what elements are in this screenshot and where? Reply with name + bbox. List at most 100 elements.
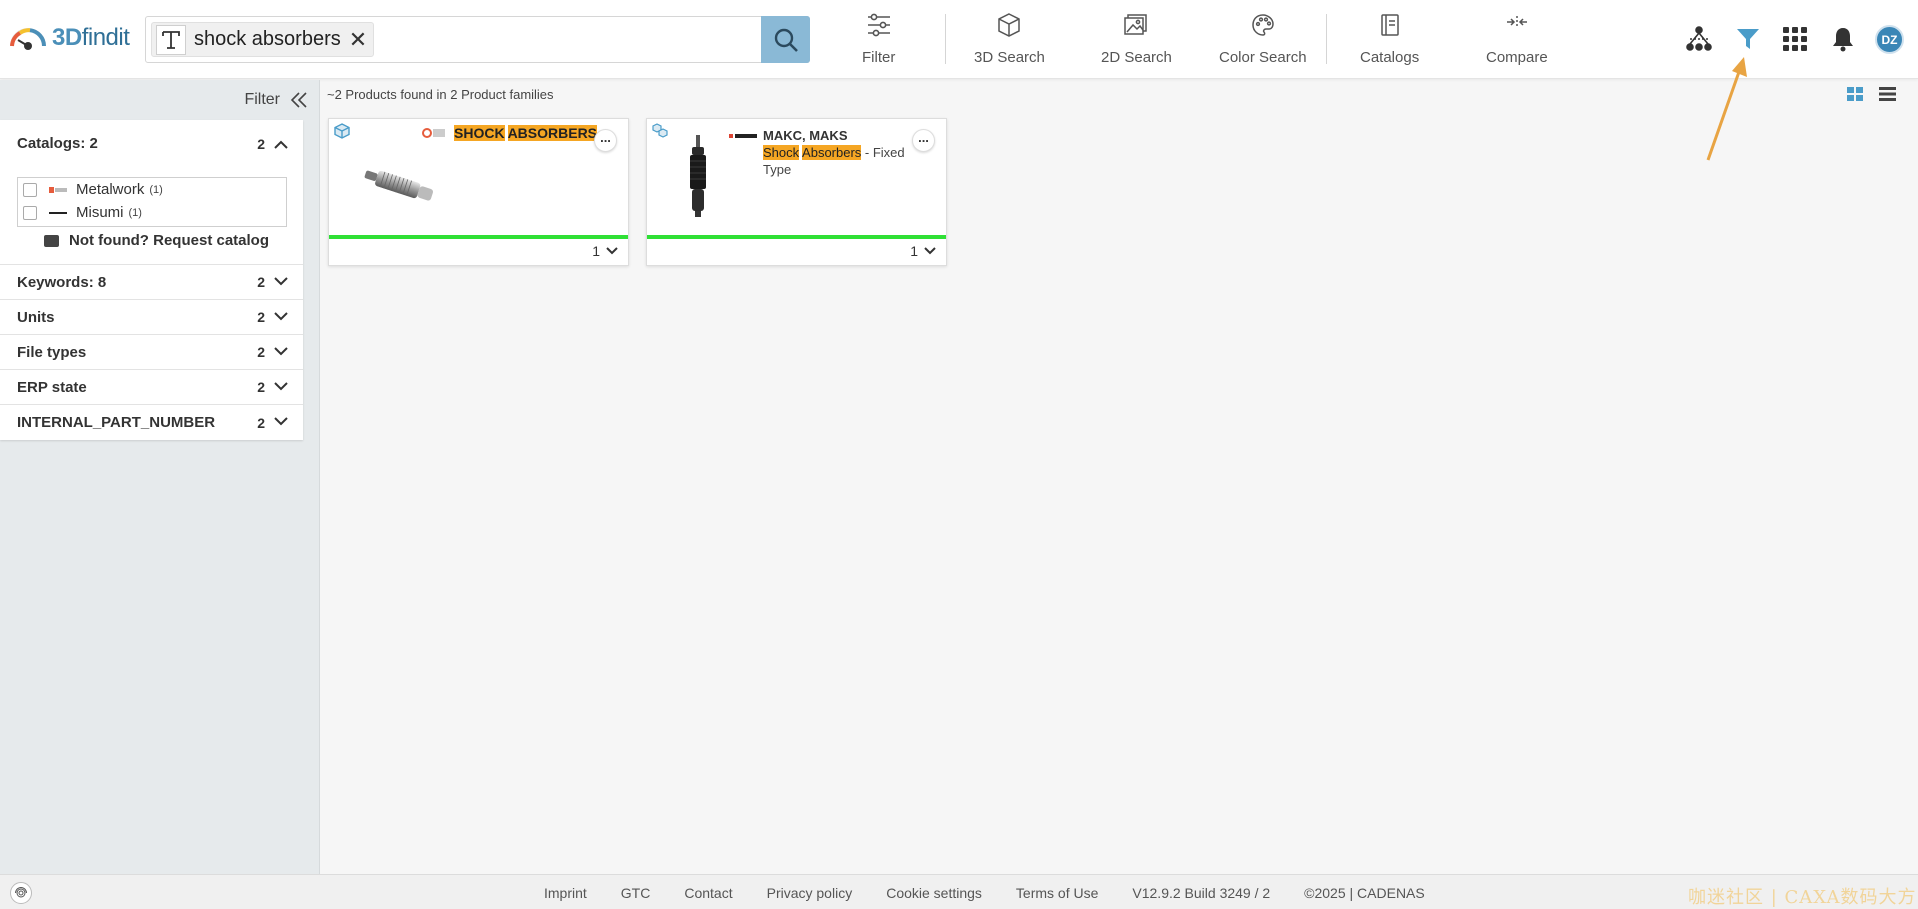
app-logo[interactable]: 3Dfindit: [8, 24, 130, 52]
section-label: ERP state: [17, 378, 87, 396]
product-title: SHOCK ABSORBERS: [422, 125, 598, 141]
footer-link-imprint[interactable]: Imprint: [544, 885, 587, 901]
network-icon[interactable]: [1683, 23, 1715, 55]
product-name: MAKC, MAKS: [763, 128, 848, 143]
section-count: 2: [257, 344, 265, 360]
more-options-button[interactable]: ...: [594, 129, 617, 152]
request-catalog-label: Not found? Request catalog: [69, 232, 269, 249]
catalogs-filter-section: Catalogs: 2 2 Metalwork (1) Misumi (1) N…: [0, 120, 303, 265]
catalog-item-misumi[interactable]: Misumi (1): [18, 201, 286, 224]
nav-divider: [945, 14, 946, 64]
search-button[interactable]: [761, 16, 810, 63]
product-card[interactable]: MAKC, MAKS Shock Absorbers - Fixed Type …: [646, 118, 947, 266]
user-avatar[interactable]: DZ: [1875, 25, 1904, 54]
nav-color-search[interactable]: Color Search: [1219, 12, 1307, 66]
search-icon: [774, 28, 798, 52]
chevron-down-icon[interactable]: [274, 276, 288, 286]
footer-link-terms[interactable]: Terms of Use: [1016, 885, 1098, 901]
nav-catalogs-label: Catalogs: [1360, 49, 1420, 66]
nav-3d-search-label: 3D Search: [974, 49, 1045, 66]
assembly-icon: [652, 123, 668, 138]
chevron-down-icon[interactable]: [274, 416, 288, 426]
quantity-value: 1: [592, 243, 600, 259]
product-thumbnail[interactable]: [357, 157, 442, 217]
title-highlight: SHOCK: [454, 125, 505, 141]
catalog-item-metalwork[interactable]: Metalwork (1): [18, 178, 286, 201]
nav-filter[interactable]: Filter: [862, 12, 895, 66]
title-highlight: Absorbers: [802, 145, 862, 160]
chevron-down-icon: [924, 247, 936, 255]
copyright-text: ©2025 | CADENAS: [1304, 885, 1425, 901]
apps-grid-icon[interactable]: [1779, 23, 1811, 55]
3d-part-icon: [334, 123, 350, 139]
product-title: MAKC, MAKS Shock Absorbers - Fixed Type: [763, 127, 908, 178]
nav-compare[interactable]: Compare: [1486, 12, 1548, 66]
bell-icon[interactable]: [1827, 23, 1859, 55]
grid-view-icon[interactable]: [1847, 87, 1863, 101]
product-thumbnail[interactable]: [685, 135, 711, 217]
list-view-icon[interactable]: [1879, 87, 1896, 101]
filter-header: Filter: [0, 80, 320, 120]
catalog-request-icon: [44, 234, 59, 247]
fingerprint-icon[interactable]: [10, 882, 32, 904]
metalwork-logo-icon: [422, 128, 445, 138]
title-highlight: Shock: [763, 145, 800, 160]
chevron-down-icon[interactable]: [274, 381, 288, 391]
quantity-value: 1: [910, 243, 918, 259]
nav-2d-search[interactable]: 2D Search: [1101, 12, 1172, 66]
metalwork-logo-icon: [49, 186, 67, 193]
chevron-down-icon[interactable]: [274, 346, 288, 356]
footer-link-gtc[interactable]: GTC: [621, 885, 651, 901]
nav-color-search-label: Color Search: [1219, 49, 1307, 66]
clear-query-icon[interactable]: ✕: [349, 28, 367, 51]
metalwork-checkbox[interactable]: [23, 182, 37, 197]
section-label: INTERNAL_PART_NUMBER: [17, 414, 216, 431]
request-catalog-link[interactable]: Not found? Request catalog: [44, 232, 269, 249]
search-bar[interactable]: shock absorbers ✕: [145, 16, 810, 63]
search-query-chip[interactable]: shock absorbers ✕: [151, 22, 375, 57]
filter-funnel-icon[interactable]: [1732, 23, 1764, 55]
chevron-down-icon[interactable]: [274, 311, 288, 321]
nav-catalogs[interactable]: Catalogs: [1360, 12, 1419, 66]
availability-bar: [329, 235, 628, 239]
footer-link-contact[interactable]: Contact: [684, 885, 732, 901]
image-icon: [1124, 14, 1148, 35]
quantity-dropdown[interactable]: 1: [592, 243, 618, 259]
compare-arrows-icon: [1506, 16, 1527, 28]
quantity-dropdown[interactable]: 1: [910, 243, 936, 259]
misumi-logo-icon: [729, 134, 757, 138]
product-card[interactable]: SHOCK ABSORBERS ... 1: [328, 118, 629, 266]
nav-filter-label: Filter: [862, 49, 896, 66]
keywords-filter-section[interactable]: Keywords: 8 2: [0, 265, 303, 300]
filter-title: Filter: [244, 91, 280, 108]
result-count: ~2 Products found in 2 Product families: [327, 87, 554, 102]
search-query-text: shock absorbers: [194, 28, 341, 50]
section-label: File types: [17, 343, 87, 361]
collapse-sidebar-icon[interactable]: [290, 91, 308, 109]
title-highlight: ABSORBERS: [507, 125, 598, 141]
nav-compare-label: Compare: [1486, 49, 1548, 66]
nav-divider: [1326, 14, 1327, 64]
erp-state-filter-section[interactable]: ERP state 2: [0, 370, 303, 405]
more-options-button[interactable]: ...: [912, 129, 935, 152]
footer-link-cookies[interactable]: Cookie settings: [886, 885, 982, 901]
misumi-checkbox[interactable]: [23, 205, 37, 220]
filter-panel: Catalogs: 2 2 Metalwork (1) Misumi (1) N…: [0, 120, 303, 440]
book-icon: [1380, 14, 1399, 36]
catalogs-count: 2: [257, 136, 265, 152]
catalogs-title[interactable]: Catalogs: 2: [17, 135, 98, 152]
file-types-filter-section[interactable]: File types 2: [0, 335, 303, 370]
section-count: 2: [257, 309, 265, 325]
chevron-down-icon: [606, 247, 618, 255]
nav-3d-search[interactable]: 3D Search: [974, 12, 1045, 66]
catalog-item-label: Misumi: [76, 204, 124, 221]
footer: Imprint GTC Contact Privacy policy Cooki…: [0, 874, 1918, 909]
chevron-up-icon[interactable]: [274, 140, 288, 150]
catalog-item-count: (1): [149, 183, 163, 196]
section-count: 2: [257, 274, 265, 290]
text-search-icon: [156, 24, 186, 55]
units-filter-section[interactable]: Units 2: [0, 300, 303, 335]
footer-link-privacy[interactable]: Privacy policy: [767, 885, 853, 901]
internal-part-number-filter-section[interactable]: INTERNAL_PART_NUMBER 2: [0, 405, 303, 440]
sliders-icon: [867, 13, 890, 37]
